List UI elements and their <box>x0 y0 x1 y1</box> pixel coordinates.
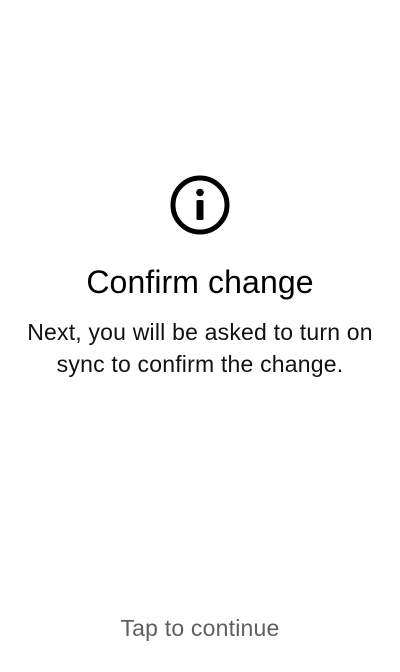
dialog-title: Confirm change <box>86 264 314 300</box>
dialog-message: Next, you will be asked to turn on sync … <box>27 319 373 377</box>
confirm-change-screen[interactable]: Confirm change Next, you will be asked t… <box>0 0 400 672</box>
tap-to-continue-text[interactable]: Tap to continue <box>0 612 400 644</box>
info-icon <box>170 175 230 235</box>
